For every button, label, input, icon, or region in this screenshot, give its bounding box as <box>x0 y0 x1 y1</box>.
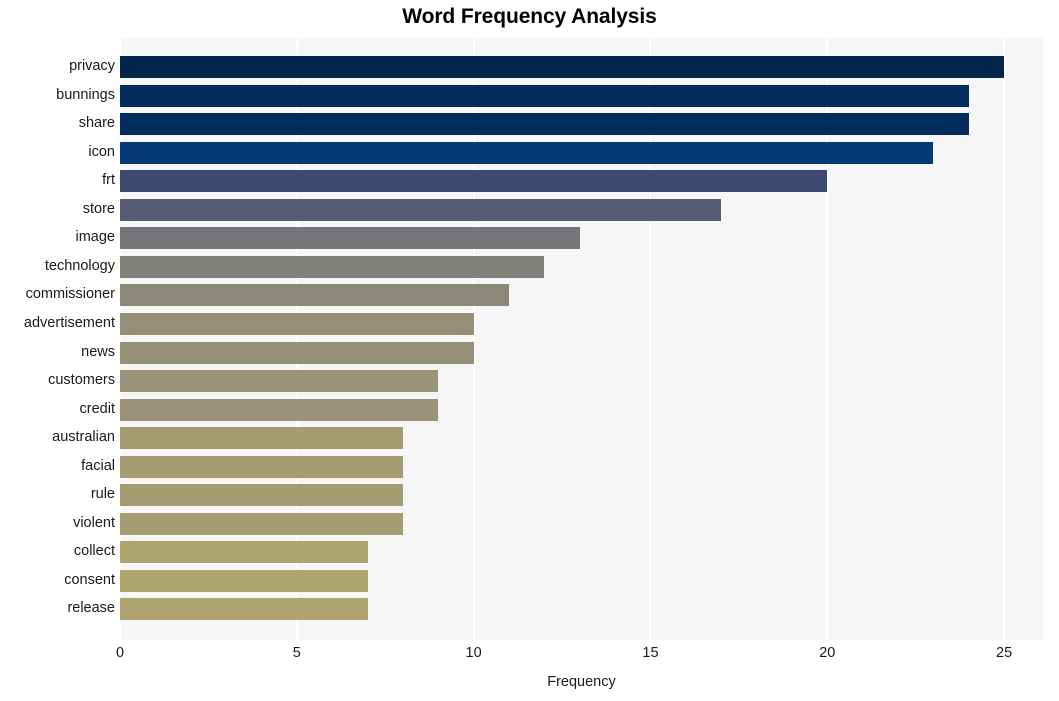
bar-row[interactable] <box>120 455 1043 478</box>
y-axis-label-image: image <box>75 229 116 246</box>
bar-row[interactable] <box>120 598 1043 621</box>
plot-area <box>120 38 1043 640</box>
y-axis-label-commissioner: commissioner <box>25 286 115 303</box>
bar-credit[interactable] <box>120 398 439 421</box>
y-axis-label-store: store <box>82 200 115 217</box>
y-axis-label-violent: violent <box>73 514 115 531</box>
bar-row[interactable] <box>120 170 1043 193</box>
x-tick-25: 25 <box>996 645 1013 661</box>
x-tick-15: 15 <box>642 645 659 661</box>
page-title: Word Frequency Analysis <box>402 5 657 28</box>
y-axis-label-credit: credit <box>79 400 115 417</box>
bar-row[interactable] <box>120 484 1043 507</box>
x-tick-10: 10 <box>465 645 482 661</box>
bar-row[interactable] <box>120 398 1043 421</box>
bar-row[interactable] <box>120 370 1043 393</box>
y-axis-label-customers: customers <box>48 372 115 389</box>
bar-rule[interactable] <box>120 484 403 507</box>
bar-image[interactable] <box>120 227 580 250</box>
bar-facial[interactable] <box>120 455 403 478</box>
x-axis-tick-labels: 0 5 10 15 20 25 <box>0 645 1059 667</box>
bar-row[interactable] <box>120 84 1043 107</box>
bar-violent[interactable] <box>120 512 403 535</box>
bar-release[interactable] <box>120 598 368 621</box>
bar-icon[interactable] <box>120 141 934 164</box>
bar-row[interactable] <box>120 284 1043 307</box>
y-axis-label-frt: frt <box>102 172 115 189</box>
y-axis-label-news: news <box>81 343 115 360</box>
bar-row[interactable] <box>120 141 1043 164</box>
bar-customers[interactable] <box>120 370 439 393</box>
bar-commissioner[interactable] <box>120 284 509 307</box>
bar-row[interactable] <box>120 56 1043 78</box>
bar-row[interactable] <box>120 512 1043 535</box>
bar-row[interactable] <box>120 312 1043 335</box>
y-axis-label-bunnings: bunnings <box>56 86 115 103</box>
bar-australian[interactable] <box>120 427 403 450</box>
y-axis-category-labels: privacy bunnings share icon frt store image tec… <box>0 38 115 640</box>
bar-technology[interactable] <box>120 255 545 278</box>
bar-bunnings[interactable] <box>120 84 969 107</box>
word-frequency-chart-figure: Word Frequency Analysis privacy bunnings s… <box>0 0 1059 701</box>
y-axis-label-technology: technology <box>44 257 115 274</box>
x-tick-5: 5 <box>292 645 301 661</box>
y-axis-label-icon: icon <box>88 143 115 160</box>
y-axis-label-collect: collect <box>73 543 115 560</box>
bar-news[interactable] <box>120 341 474 364</box>
x-axis-title: Frequency <box>547 674 616 690</box>
bar-row[interactable] <box>120 427 1043 450</box>
y-axis-label-privacy: privacy <box>69 58 115 74</box>
bar-row[interactable] <box>120 227 1043 250</box>
x-tick-0: 0 <box>115 645 125 661</box>
y-axis-label-rule: rule <box>90 486 115 503</box>
bar-frt[interactable] <box>120 170 828 193</box>
bar-row[interactable] <box>120 198 1043 221</box>
bar-consent[interactable] <box>120 569 368 592</box>
bar-row[interactable] <box>120 113 1043 136</box>
y-axis-label-share: share <box>78 115 115 132</box>
y-axis-label-facial: facial <box>81 457 115 474</box>
bars-layer <box>120 38 1043 640</box>
y-axis-label-consent: consent <box>64 571 115 588</box>
y-axis-label-release: release <box>67 600 115 617</box>
bar-collect[interactable] <box>120 541 368 564</box>
bar-privacy[interactable] <box>120 56 1005 78</box>
bar-row[interactable] <box>120 569 1043 592</box>
bar-row[interactable] <box>120 541 1043 564</box>
y-axis-label-advertisement: advertisement <box>23 314 115 331</box>
bar-advertisement[interactable] <box>120 312 474 335</box>
bar-store[interactable] <box>120 198 722 221</box>
y-axis-label-australian: australian <box>52 429 115 446</box>
bar-row[interactable] <box>120 255 1043 278</box>
bar-row[interactable] <box>120 341 1043 364</box>
bar-share[interactable] <box>120 113 969 136</box>
x-tick-20: 20 <box>819 645 836 661</box>
